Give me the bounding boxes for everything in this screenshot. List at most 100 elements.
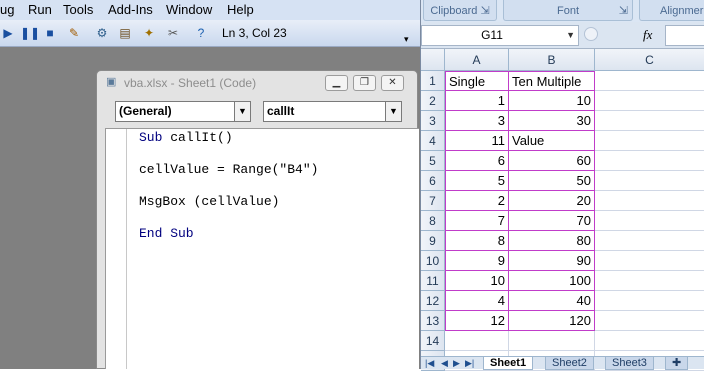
close-button[interactable]: ✕ xyxy=(381,75,404,91)
cell-a8[interactable]: 7 xyxy=(445,211,509,231)
cell-a11[interactable]: 10 xyxy=(445,271,509,291)
margin-indicator-bar[interactable] xyxy=(106,129,127,369)
cell-a6[interactable]: 5 xyxy=(445,171,509,191)
cell-a3[interactable]: 3 xyxy=(445,111,509,131)
ribbon-group-clipboard[interactable]: Clipboard ⇲ xyxy=(423,0,497,21)
dialog-launcher-icon[interactable]: ⇲ xyxy=(619,0,628,22)
help-icon[interactable]: ? xyxy=(193,25,209,41)
cell-b8[interactable]: 70 xyxy=(509,211,595,231)
row-header[interactable]: 10 xyxy=(421,251,445,271)
insert-sheet-icon[interactable]: ✚ xyxy=(665,357,689,370)
cell-a10[interactable]: 9 xyxy=(445,251,509,271)
cell-a2[interactable]: 1 xyxy=(445,91,509,111)
formula-input[interactable] xyxy=(665,25,704,46)
cell-c6[interactable] xyxy=(595,171,704,191)
code-line[interactable]: cellValue = Range("B4") xyxy=(139,162,318,177)
object-dropdown[interactable]: (General) ▼ xyxy=(115,101,251,122)
first-sheet-icon[interactable]: |◀ xyxy=(425,358,434,369)
object-browser-icon[interactable]: ✦ xyxy=(141,25,157,41)
cell-c3[interactable] xyxy=(595,111,704,131)
row-header[interactable]: 11 xyxy=(421,271,445,291)
cell-c14[interactable] xyxy=(595,331,704,351)
code-editor[interactable]: Sub callIt() cellValue = Range("B4") Msg… xyxy=(105,128,419,369)
menu-debug[interactable]: ug xyxy=(0,2,14,17)
code-window-titlebar[interactable]: ▣ vba.xlsx - Sheet1 (Code) ▁ ❐ ✕ xyxy=(97,71,417,95)
cell-c5[interactable] xyxy=(595,151,704,171)
row-header[interactable]: 4 xyxy=(421,131,445,151)
cell-c12[interactable] xyxy=(595,291,704,311)
minimize-button[interactable]: ▁ xyxy=(325,75,348,91)
cell-c7[interactable] xyxy=(595,191,704,211)
cell-b10[interactable]: 90 xyxy=(509,251,595,271)
cell-a5[interactable]: 6 xyxy=(445,151,509,171)
cell-c9[interactable] xyxy=(595,231,704,251)
menu-window[interactable]: Window xyxy=(166,2,212,17)
cell-b2[interactable]: 10 xyxy=(509,91,595,111)
cell-c13[interactable] xyxy=(595,311,704,331)
cell-c1[interactable] xyxy=(595,71,704,91)
run-icon[interactable]: ▶ xyxy=(0,25,16,41)
row-header[interactable]: 13 xyxy=(421,311,445,331)
cell-b4[interactable]: Value xyxy=(509,131,595,151)
sheet-tab-sheet1[interactable]: Sheet1 xyxy=(483,357,534,370)
row-header[interactable]: 7 xyxy=(421,191,445,211)
menu-add-ins[interactable]: Add-Ins xyxy=(108,2,153,17)
formula-bar-resize-handle[interactable] xyxy=(584,27,598,41)
column-header-c[interactable]: C xyxy=(595,49,704,71)
cell-a9[interactable]: 8 xyxy=(445,231,509,251)
code-line[interactable]: Sub callIt() xyxy=(139,130,233,145)
row-header[interactable]: 9 xyxy=(421,231,445,251)
cell-a1[interactable]: Single xyxy=(445,71,509,91)
code-line[interactable]: End Sub xyxy=(139,226,194,241)
cell-b5[interactable]: 60 xyxy=(509,151,595,171)
cell-b7[interactable]: 20 xyxy=(509,191,595,211)
row-header[interactable]: 6 xyxy=(421,171,445,191)
cell-a7[interactable]: 2 xyxy=(445,191,509,211)
row-header[interactable]: 12 xyxy=(421,291,445,311)
row-header[interactable]: 14 xyxy=(421,331,445,351)
cell-c10[interactable] xyxy=(595,251,704,271)
design-mode-icon[interactable]: ✎ xyxy=(66,25,82,41)
cell-b12[interactable]: 40 xyxy=(509,291,595,311)
toolbox-icon[interactable]: ✂ xyxy=(165,25,181,41)
procedure-dropdown[interactable]: callIt ▼ xyxy=(263,101,402,122)
prev-sheet-icon[interactable]: ◀ xyxy=(441,358,448,369)
column-header-a[interactable]: A xyxy=(445,49,509,71)
cell-b14[interactable] xyxy=(509,331,595,351)
cell-c8[interactable] xyxy=(595,211,704,231)
row-header[interactable]: 1 xyxy=(421,71,445,91)
ribbon-group-font[interactable]: Font ⇲ xyxy=(503,0,633,21)
chevron-down-icon[interactable]: ▼ xyxy=(385,102,401,121)
row-header[interactable]: 5 xyxy=(421,151,445,171)
row-header[interactable]: 3 xyxy=(421,111,445,131)
cell-c2[interactable] xyxy=(595,91,704,111)
chevron-down-icon[interactable]: ▼ xyxy=(234,102,250,121)
ribbon-group-alignment[interactable]: Alignmer xyxy=(639,0,704,21)
sheet-tab-sheet2[interactable]: Sheet2 xyxy=(545,357,594,370)
code-line[interactable]: MsgBox (cellValue) xyxy=(139,194,279,209)
insert-function-icon[interactable]: fx xyxy=(643,27,652,43)
reset-icon[interactable]: ■ xyxy=(42,25,58,41)
cell-a13[interactable]: 12 xyxy=(445,311,509,331)
cell-b9[interactable]: 80 xyxy=(509,231,595,251)
select-all-corner[interactable] xyxy=(421,49,445,71)
cell-b1[interactable]: Ten Multiple xyxy=(509,71,595,91)
cell-a4[interactable]: 11 xyxy=(445,131,509,151)
menu-help[interactable]: Help xyxy=(227,2,254,17)
cell-b13[interactable]: 120 xyxy=(509,311,595,331)
last-sheet-icon[interactable]: ▶| xyxy=(465,358,474,369)
row-header[interactable]: 8 xyxy=(421,211,445,231)
name-box[interactable]: G11 ▼ xyxy=(421,25,579,46)
column-header-b[interactable]: B xyxy=(509,49,595,71)
restore-button[interactable]: ❐ xyxy=(353,75,376,91)
cell-b6[interactable]: 50 xyxy=(509,171,595,191)
dialog-launcher-icon[interactable]: ⇲ xyxy=(480,5,489,17)
cell-c4[interactable] xyxy=(595,131,704,151)
cell-a12[interactable]: 4 xyxy=(445,291,509,311)
menu-run[interactable]: Run xyxy=(28,2,52,17)
chevron-down-icon[interactable]: ▼ xyxy=(566,26,575,45)
sheet-tab-sheet3[interactable]: Sheet3 xyxy=(605,357,654,370)
cell-b3[interactable]: 30 xyxy=(509,111,595,131)
properties-icon[interactable]: ▤ xyxy=(117,25,133,41)
cell-a14[interactable] xyxy=(445,331,509,351)
